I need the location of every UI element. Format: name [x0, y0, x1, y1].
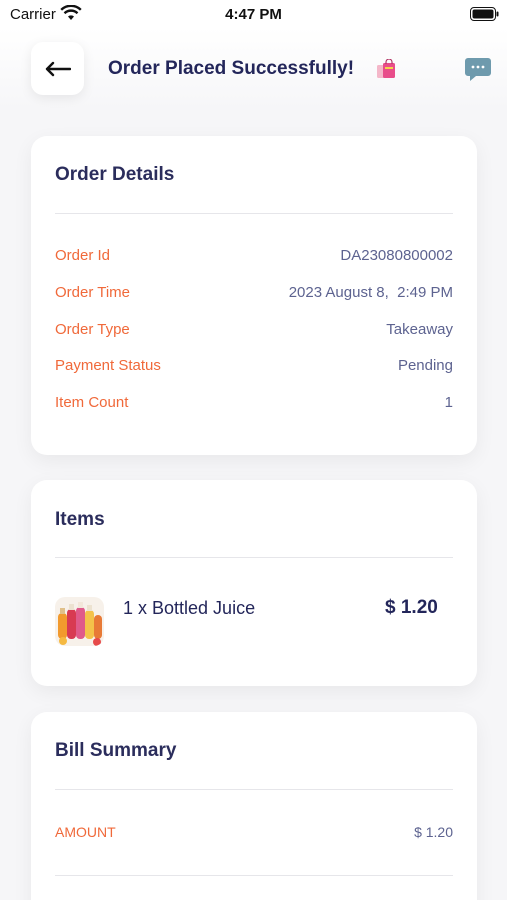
detail-value: Takeaway — [386, 321, 453, 338]
detail-value: DA23080800002 — [340, 247, 453, 264]
detail-row-order-id: Order Id DA23080800002 — [55, 247, 453, 267]
clock: 4:47 PM — [225, 6, 282, 23]
order-details-title: Order Details — [55, 164, 175, 185]
status-bar: Carrier 4:47 PM — [0, 0, 507, 28]
detail-value: 2023 August 8, 2:49 PM — [288, 284, 453, 301]
detail-row-order-time: Order Time 2023 August 8, 2:49 PM — [55, 284, 453, 304]
detail-label: Payment Status — [55, 357, 161, 374]
battery-icon — [470, 7, 499, 21]
divider — [55, 789, 453, 790]
items-title: Items — [55, 509, 105, 530]
bill-summary-title: Bill Summary — [55, 740, 177, 761]
back-button[interactable] — [31, 42, 84, 95]
detail-row-item-count: Item Count 1 — [55, 394, 453, 414]
detail-row-payment-status: Payment Status Pending — [55, 357, 453, 377]
page-title: Order Placed Successfully! — [108, 58, 355, 79]
divider — [55, 213, 453, 214]
items-card: Items 1 x Bottled Juice $ 1.20 — [31, 480, 477, 686]
bill-row-amount: AMOUNT $ 1.20 — [55, 824, 453, 844]
detail-value: 1 — [444, 394, 453, 411]
detail-label: Order Time — [55, 284, 131, 301]
chat-bubble-icon[interactable] — [464, 56, 492, 82]
item-price: $ 1.20 — [385, 597, 438, 618]
item-thumbnail — [55, 597, 104, 646]
detail-value: Pending — [397, 357, 453, 374]
divider — [55, 557, 453, 558]
item-name: 1 x Bottled Juice — [123, 598, 256, 618]
detail-label: Order Id — [55, 247, 111, 264]
bill-summary-card: Bill Summary AMOUNT $ 1.20 — [31, 712, 477, 900]
shopping-bags-icon — [377, 59, 395, 78]
bill-label: AMOUNT — [55, 824, 116, 840]
detail-label: Order Type — [55, 321, 130, 338]
detail-row-order-type: Order Type Takeaway — [55, 321, 453, 341]
order-details-card: Order Details Order Id DA23080800002 Ord… — [31, 136, 477, 455]
detail-label: Item Count — [55, 394, 129, 411]
divider — [55, 875, 453, 876]
juice-bottles-image — [55, 597, 104, 646]
bill-value: $ 1.20 — [414, 824, 453, 840]
arrow-left-icon — [45, 61, 71, 76]
